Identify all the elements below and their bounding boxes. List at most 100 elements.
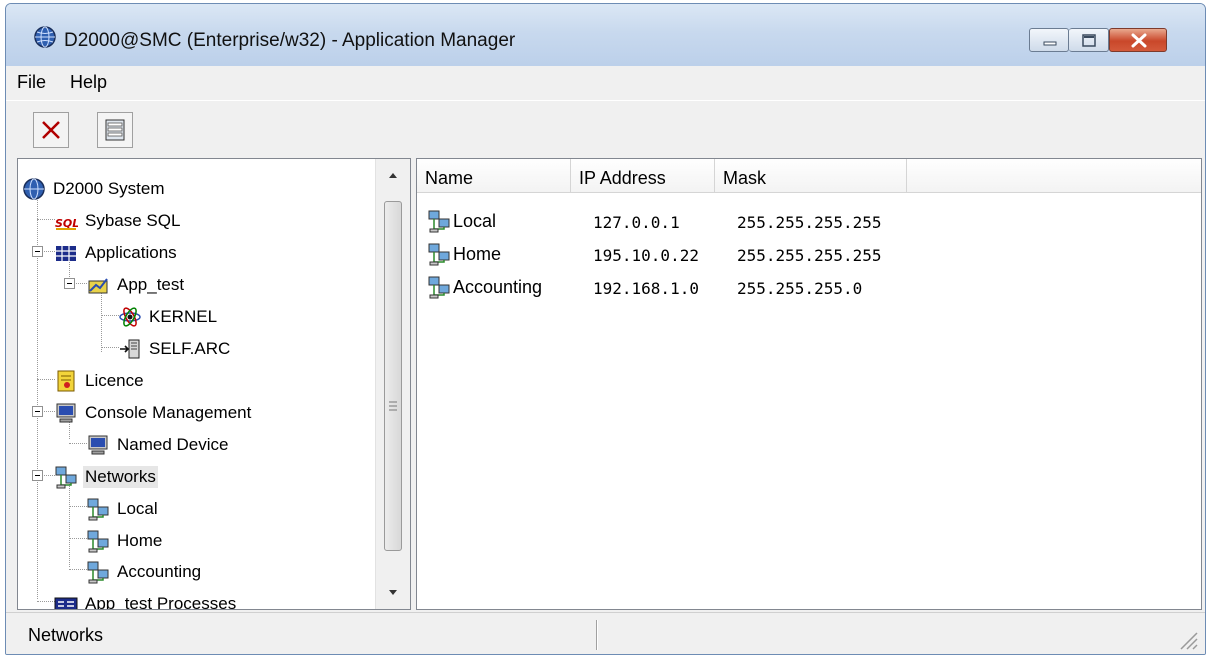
status-divider	[596, 620, 598, 650]
tree-item-app-test[interactable]: App_test	[86, 269, 186, 300]
tree-item-label: App_test	[117, 274, 185, 294]
maximize-button[interactable]	[1069, 28, 1109, 52]
list-row[interactable]: Home 195.10.0.22 255.255.255.255	[423, 238, 983, 270]
tree-item-named-device[interactable]: Named Device	[86, 429, 231, 460]
tree-item-label: Licence	[85, 370, 144, 390]
tree-item-home[interactable]: Home	[86, 525, 164, 556]
tree-item-label: SELF.ARC	[149, 338, 231, 358]
column-header-name[interactable]: Name	[417, 159, 571, 193]
network-icon	[87, 530, 109, 552]
network-icon	[55, 466, 77, 488]
cell-ip-address: 195.10.0.22	[593, 246, 699, 265]
tree-item-label: Local	[117, 498, 158, 518]
menu-bar: File Help	[6, 66, 1205, 100]
tree-item-d2000-system[interactable]: D2000 System	[22, 173, 167, 204]
network-icon	[428, 276, 450, 299]
close-icon	[1131, 33, 1147, 48]
tree-connector-line	[37, 379, 55, 380]
status-text: Networks	[28, 625, 104, 645]
tree-item-licence[interactable]: Licence	[54, 365, 146, 396]
tree-item-accounting[interactable]: Accounting	[86, 556, 203, 587]
tree-item-self-arc[interactable]: SELF.ARC	[118, 333, 232, 364]
scroll-up-icon[interactable]	[376, 159, 410, 191]
title-bar[interactable]: D2000@SMC (Enterprise/w32) - Application…	[6, 4, 1205, 66]
delete-x-icon	[42, 121, 60, 139]
column-header-empty	[907, 159, 1201, 193]
collapse-applications-icon[interactable]	[32, 246, 43, 257]
collapse-networks-icon[interactable]	[32, 470, 43, 481]
tree-item-label: Sybase SQL	[85, 210, 181, 230]
kernel-atom-icon	[119, 306, 141, 327]
minimize-icon	[1043, 41, 1057, 46]
resize-grip-icon[interactable]	[1177, 629, 1199, 651]
tree-connector-line	[69, 538, 87, 539]
tree-connector-line	[37, 219, 55, 220]
app-icon	[88, 277, 108, 293]
grip-lines-icon	[389, 401, 397, 411]
cell-ip-address: 192.168.1.0	[593, 279, 699, 298]
processes-icon	[54, 597, 78, 609]
tree-connector-line	[69, 443, 87, 444]
tree-item-label: App_test Processes	[85, 593, 237, 610]
network-icon	[87, 498, 109, 520]
tree-view[interactable]: D2000 System SQL Sybase SQL Applications	[17, 158, 411, 610]
applications-grid-icon	[56, 245, 76, 261]
network-list-view[interactable]: Name IP Address Mask Local 127.0.0.1 255…	[416, 158, 1202, 610]
column-header-mask[interactable]: Mask	[715, 159, 907, 193]
tree-connector-line	[69, 569, 87, 570]
toolbar	[6, 100, 1205, 155]
tree-connector-line	[69, 506, 87, 507]
application-manager-window: D2000@SMC (Enterprise/w32) - Application…	[5, 3, 1206, 655]
tree-item-label: Named Device	[117, 434, 229, 454]
close-button[interactable]	[1109, 28, 1167, 52]
properties-button[interactable]	[97, 112, 133, 148]
collapse-console-management-icon[interactable]	[32, 406, 43, 417]
tree-connector-line	[37, 601, 55, 602]
tree-item-app-test-processes[interactable]: App_test Processes	[54, 588, 238, 610]
cell-name: Accounting	[453, 277, 543, 297]
maximize-icon	[1082, 34, 1096, 47]
cell-name: Home	[453, 244, 502, 264]
list-row[interactable]: Accounting 192.168.1.0 255.255.255.0	[423, 271, 983, 303]
computer-icon	[56, 403, 76, 422]
scroll-down-icon[interactable]	[376, 577, 410, 609]
tree-item-label: KERNEL	[149, 306, 218, 326]
tree-item-sybase-sql[interactable]: SQL Sybase SQL	[54, 205, 182, 236]
cell-mask: 255.255.255.255	[737, 246, 882, 265]
tree-item-local[interactable]: Local	[86, 493, 160, 524]
computer-icon	[88, 435, 108, 454]
collapse-app-test-icon[interactable]	[64, 278, 75, 289]
column-header-ip-address[interactable]: IP Address	[571, 159, 715, 193]
tree-item-label: Applications	[85, 242, 177, 262]
network-icon	[87, 561, 109, 583]
properties-icon	[105, 119, 125, 141]
cell-mask: 255.255.255.255	[737, 213, 882, 232]
status-bar: Networks	[6, 612, 1205, 654]
tree-connector-line	[101, 315, 119, 316]
tree-connector-line	[101, 347, 119, 348]
tree-item-kernel[interactable]: KERNEL	[118, 301, 219, 332]
cell-ip-address: 127.0.0.1	[593, 213, 680, 232]
cell-mask: 255.255.255.0	[737, 279, 863, 298]
tree-item-console-management[interactable]: Console Management	[54, 397, 253, 428]
tree-item-label: Networks	[83, 465, 158, 488]
minimize-button[interactable]	[1029, 28, 1069, 52]
window-title: D2000@SMC (Enterprise/w32) - Application…	[64, 30, 516, 51]
tree-item-label: Console Management	[85, 402, 252, 422]
tree-item-label: Home	[117, 530, 163, 550]
tree-vertical-scrollbar[interactable]	[375, 159, 410, 609]
menu-help[interactable]: Help	[67, 72, 110, 93]
tree-item-label: D2000 System	[53, 178, 165, 198]
globe-icon	[23, 177, 45, 200]
tree-item-applications[interactable]: Applications	[54, 237, 179, 268]
licence-icon	[57, 370, 75, 391]
list-row[interactable]: Local 127.0.0.1 255.255.255.255	[423, 205, 983, 237]
delete-button[interactable]	[33, 112, 69, 148]
tree-item-networks[interactable]: Networks	[54, 461, 158, 492]
network-icon	[428, 243, 450, 266]
network-icon	[428, 210, 450, 233]
menu-file[interactable]: File	[14, 72, 49, 93]
archive-icon	[120, 339, 140, 358]
scroll-thumb[interactable]	[384, 201, 402, 551]
cell-name: Local	[453, 211, 497, 231]
